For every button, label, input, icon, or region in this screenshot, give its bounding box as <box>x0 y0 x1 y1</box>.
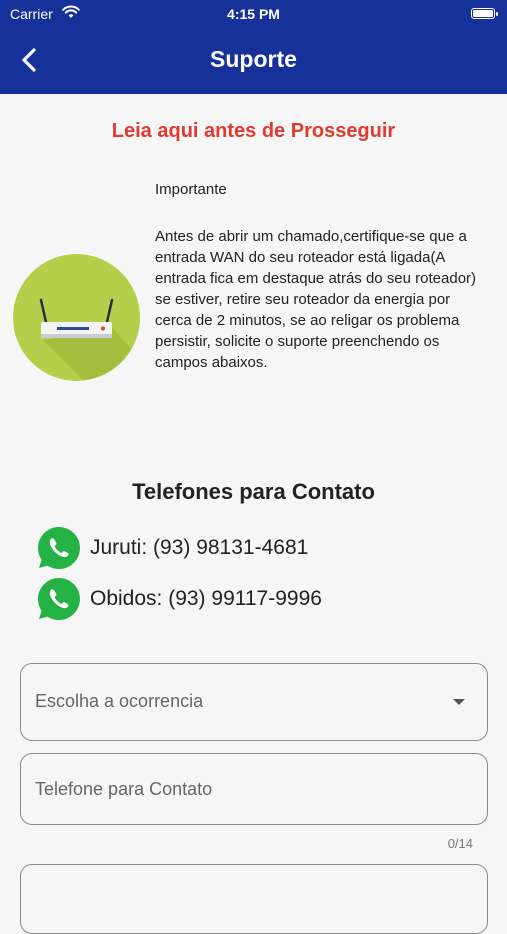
occurrence-select-placeholder: Escolha a ocorrencia <box>35 691 204 711</box>
page-title: Suporte <box>210 46 297 72</box>
important-label: Importante <box>155 181 227 198</box>
next-form-field[interactable] <box>20 864 488 934</box>
whatsapp-icon <box>37 527 80 569</box>
app-bar: Carrier 4:15 PM Suporte <box>0 0 507 94</box>
contact-phone-label: Obidos: (93) 99117-9996 <box>90 587 322 610</box>
clock: 4:15 PM <box>227 6 280 22</box>
battery-icon <box>471 8 498 19</box>
router-icon <box>13 254 140 381</box>
notice-body: Antes de abrir um chamado,certifique-se … <box>155 228 477 371</box>
phone-char-counter: 0/14 <box>447 836 473 851</box>
warning-heading: Leia aqui antes de Prosseguir <box>111 120 396 142</box>
contact-phone-label: Juruti: (93) 98131-4681 <box>90 536 309 559</box>
occurrence-select[interactable]: Escolha a ocorrencia <box>20 663 488 741</box>
contacts-title: Telefones para Contato <box>132 479 375 504</box>
contact-phone-input[interactable]: Telefone para Contato <box>20 753 488 825</box>
contact-phone-placeholder: Telefone para Contato <box>35 779 213 799</box>
whatsapp-icon <box>37 578 80 620</box>
status-bar: Carrier 4:15 PM <box>0 5 507 24</box>
dropdown-caret-icon <box>453 699 465 705</box>
